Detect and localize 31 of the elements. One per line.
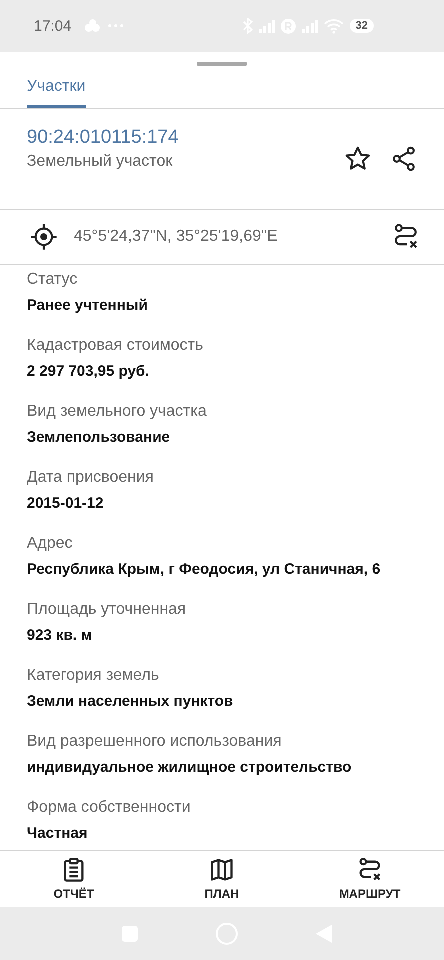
field-value: Землепользование	[27, 428, 172, 448]
drag-handle[interactable]	[197, 62, 247, 66]
field-label: Категория земель	[27, 666, 160, 686]
share-icon[interactable]	[390, 145, 418, 173]
route-icon	[357, 857, 383, 883]
star-icon[interactable]	[344, 145, 372, 173]
route-icon[interactable]	[392, 223, 420, 251]
field-label: Кадастровая стоимость	[27, 336, 204, 356]
field-value: Ранее учтенный	[27, 296, 149, 316]
object-type: Земельный участок	[27, 153, 174, 171]
field-label: Вид разрешенного использования	[27, 732, 283, 752]
field-label: Вид земельного участка	[27, 402, 208, 422]
coordinates: 45°5'24,37"N, 35°25'19,69"E	[74, 228, 279, 246]
field-value: 923 кв. м	[27, 626, 94, 646]
field-value: Частная	[27, 824, 89, 844]
field-value: Земли населенных пунктов	[27, 692, 234, 712]
field-value: Республика Крым, г Феодосия, ул Станичная, 6	[27, 560, 382, 580]
field-label: Статус	[27, 270, 79, 290]
field-label: Дата присвоения	[27, 468, 155, 488]
battery-level: 32	[350, 19, 374, 33]
field-label: Адрес	[27, 534, 74, 554]
field-value: 2 297 703,95 руб.	[27, 362, 150, 382]
field-label: Площадь уточненная	[27, 600, 188, 620]
map-icon	[209, 857, 235, 883]
field-value: индивидуальное жилищное строительство	[27, 758, 353, 778]
location-target-icon[interactable]	[30, 223, 58, 251]
field-label: Форма собственности	[27, 798, 192, 818]
tab[interactable]: Участки	[27, 66, 86, 108]
status-time: 17:04	[34, 18, 72, 34]
field-value: 2015-01-12	[27, 494, 105, 514]
cadastral-number: 90:24:010115:174	[27, 127, 180, 149]
